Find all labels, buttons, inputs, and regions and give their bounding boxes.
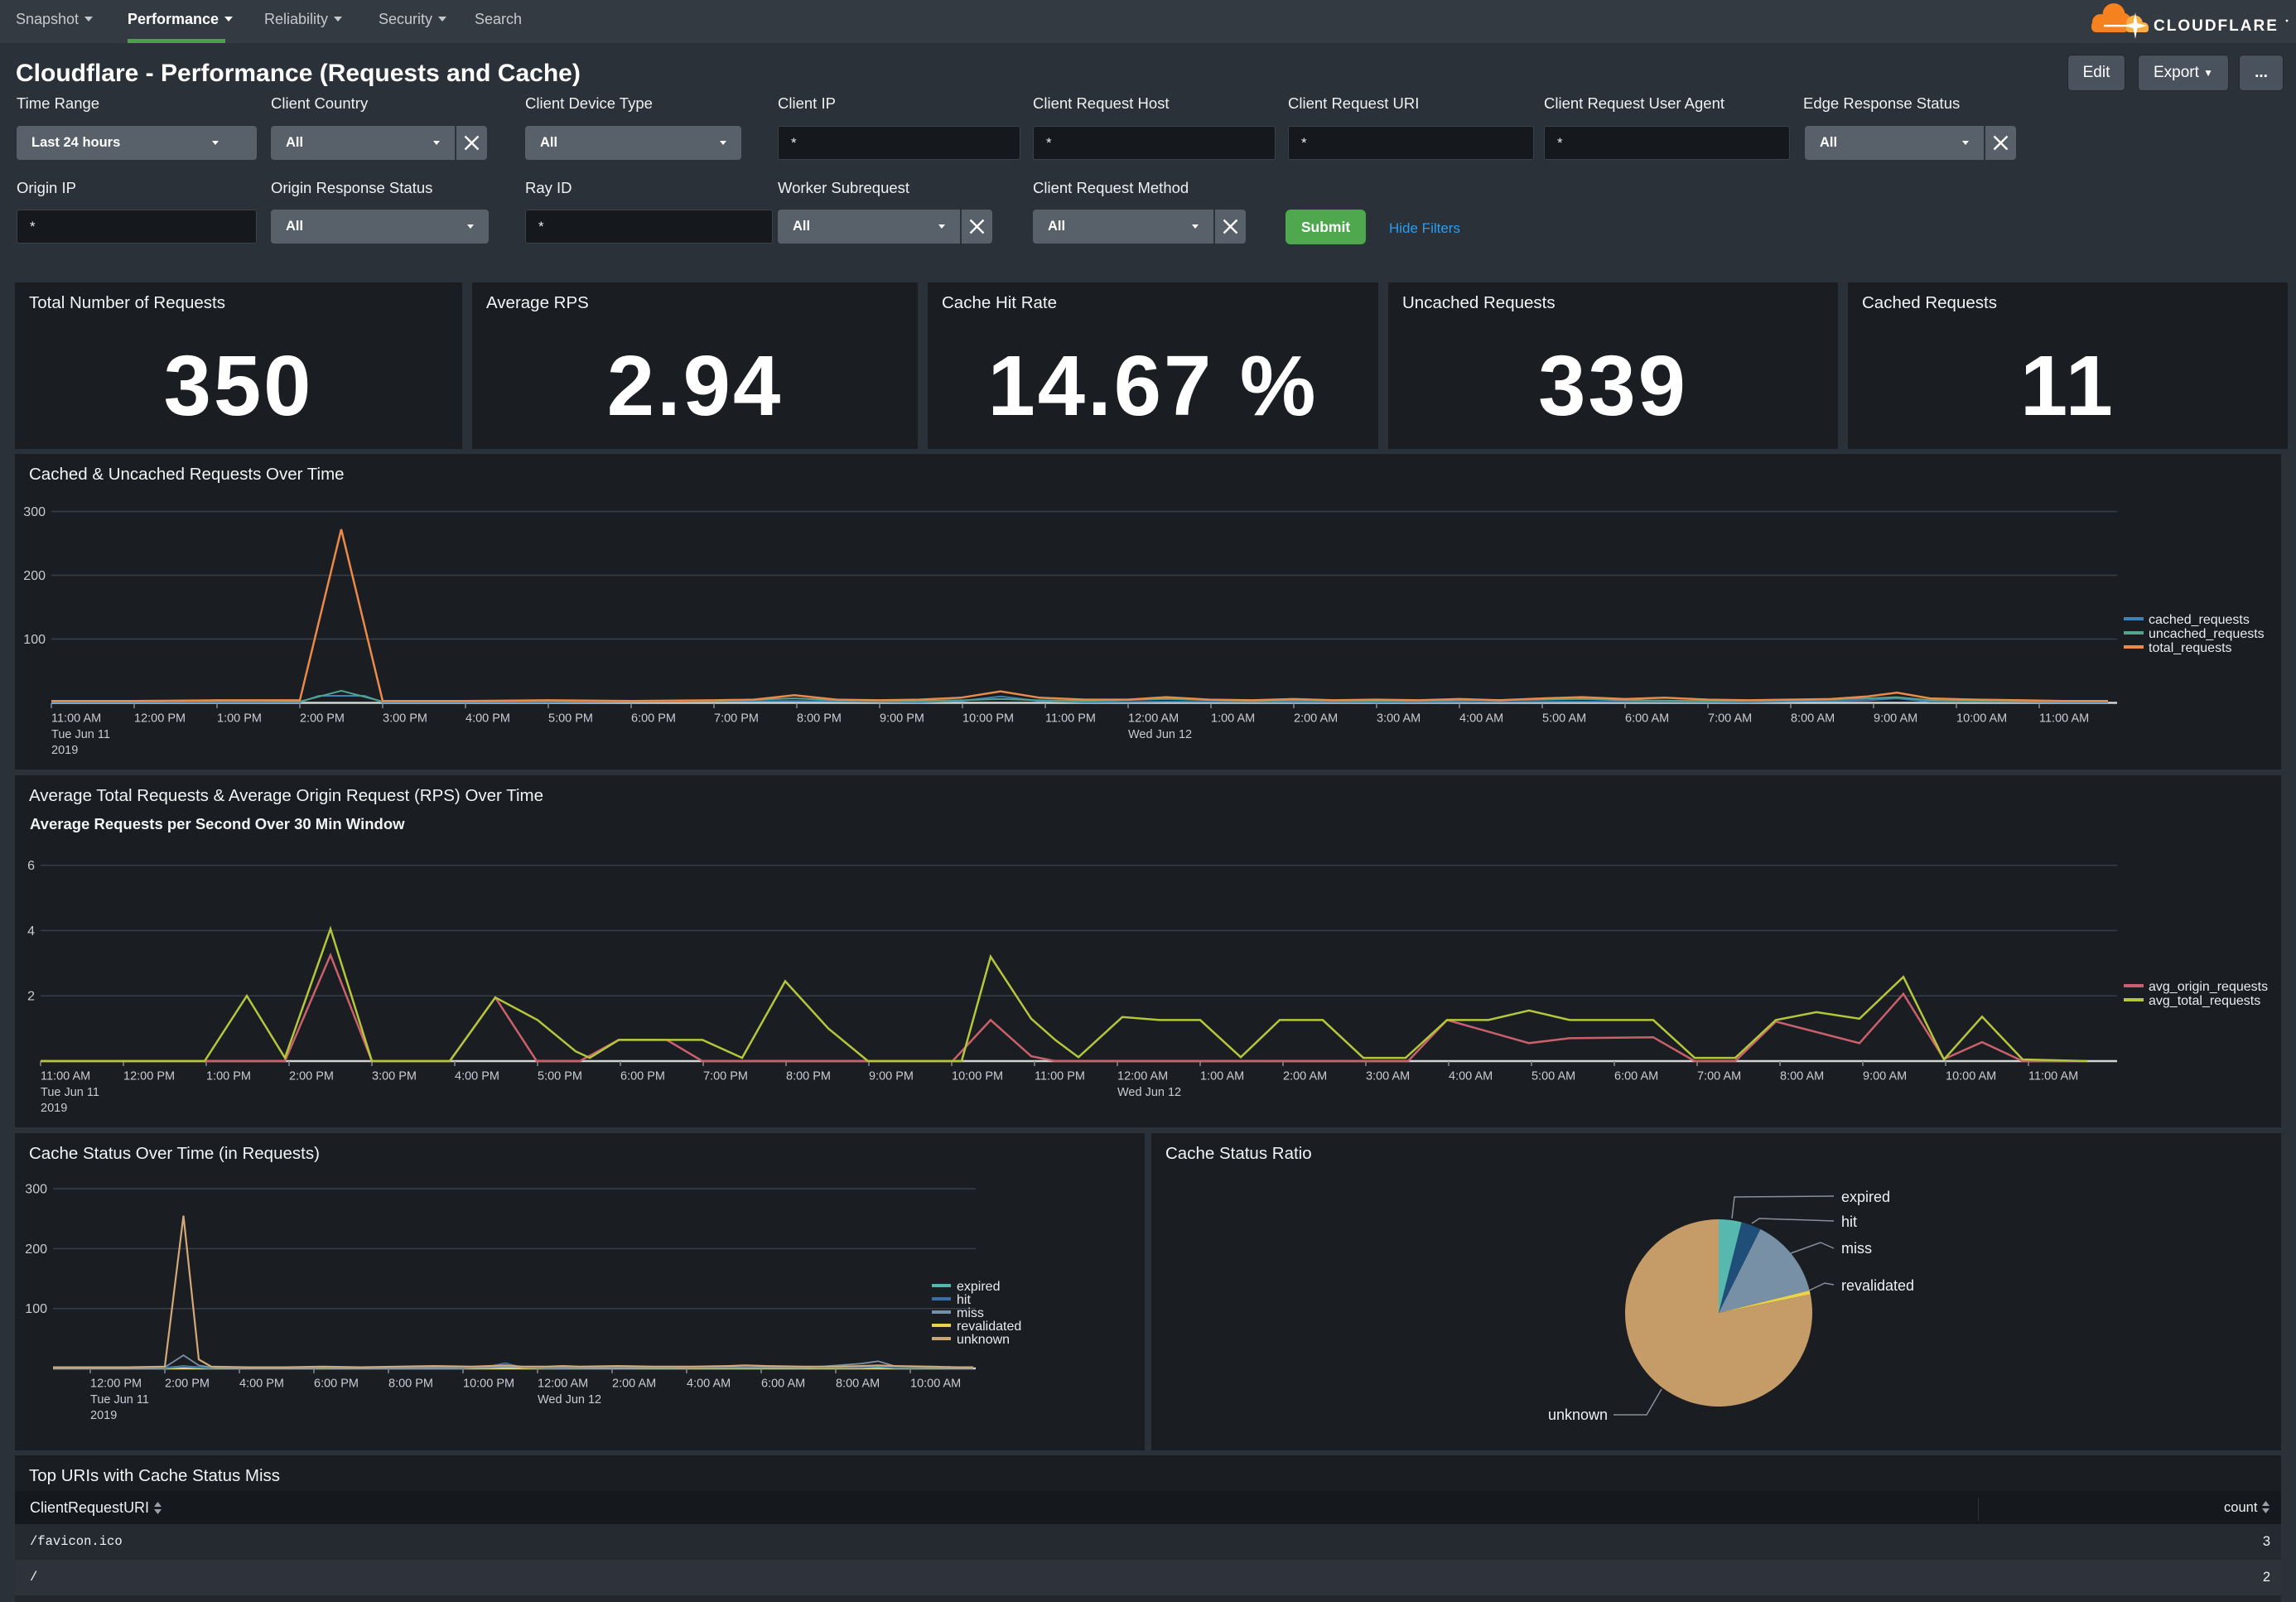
svg-text:miss: miss <box>1841 1240 1872 1257</box>
svg-text:revalidated: revalidated <box>1841 1277 1914 1294</box>
svg-text:expired: expired <box>1841 1189 1890 1205</box>
svg-text:hit: hit <box>1841 1214 1857 1230</box>
svg-text:unknown: unknown <box>1548 1407 1608 1423</box>
